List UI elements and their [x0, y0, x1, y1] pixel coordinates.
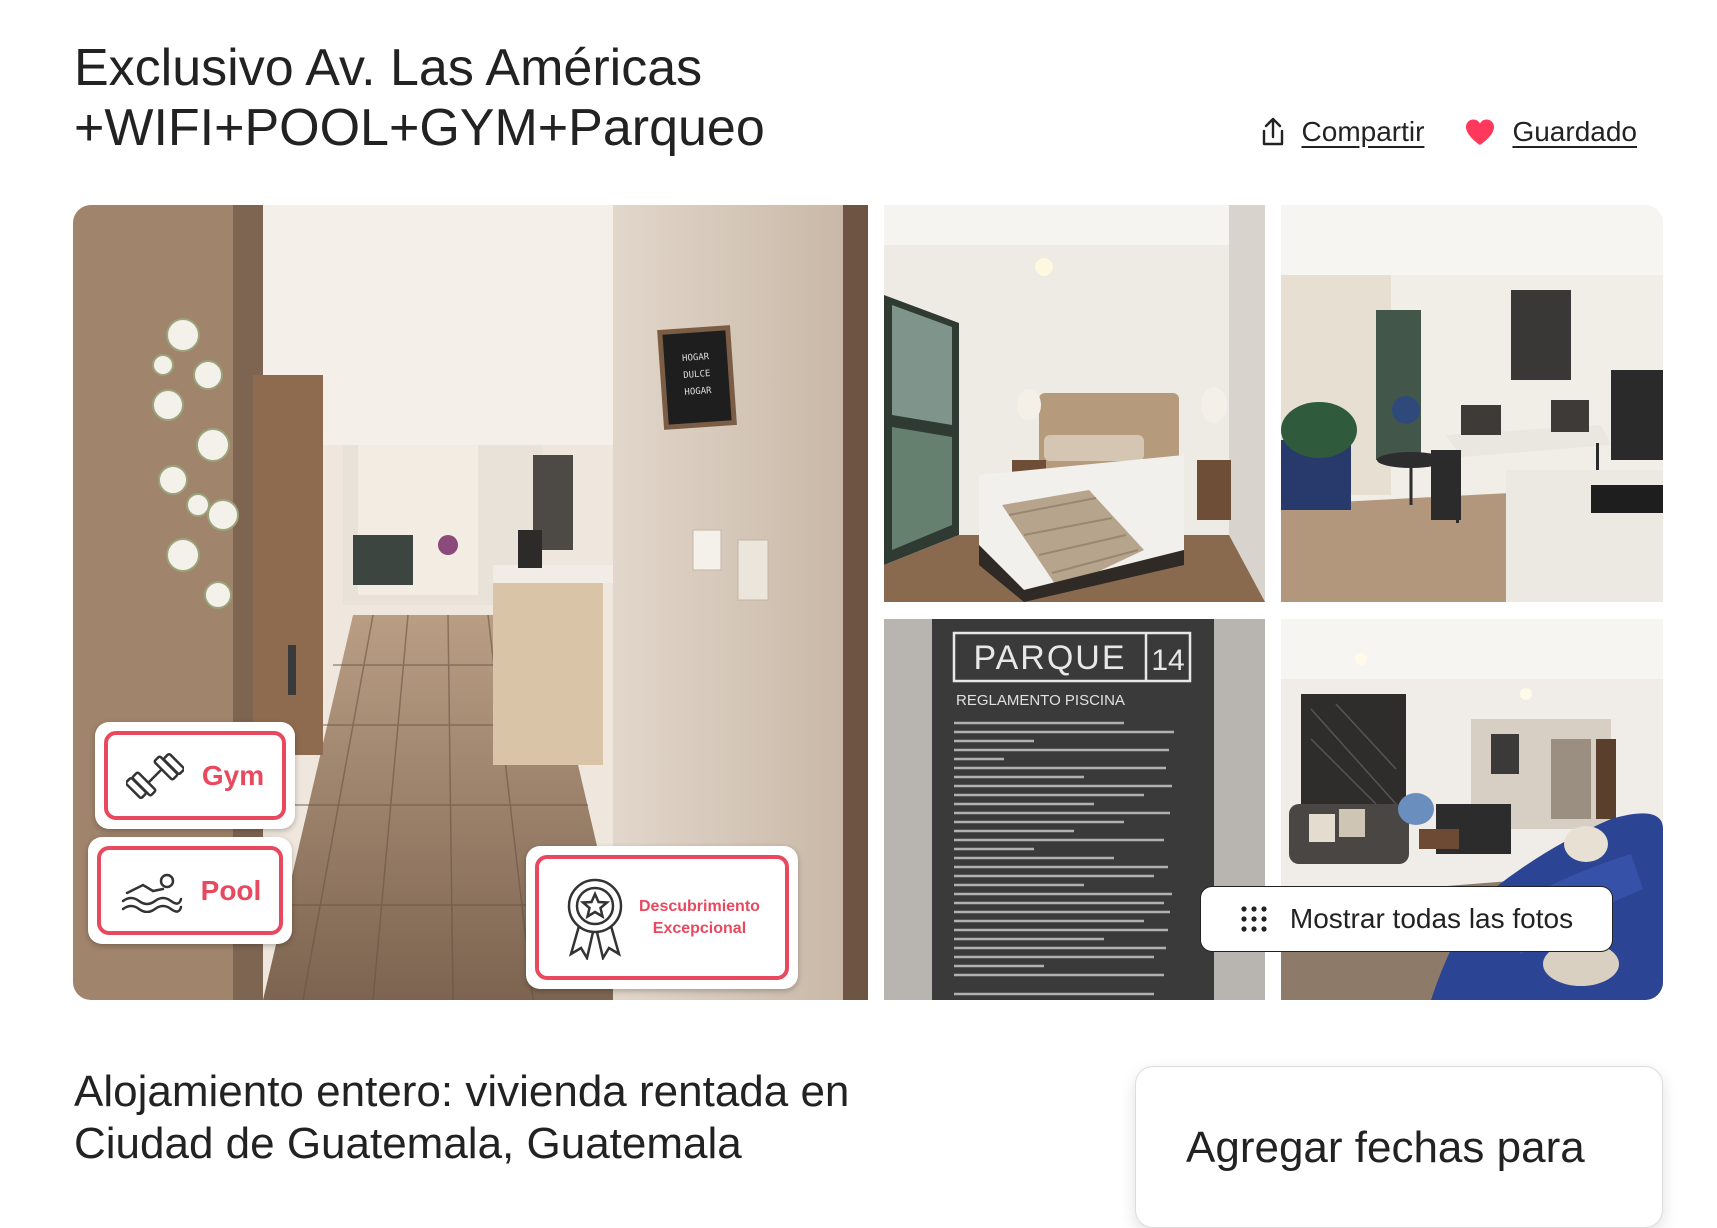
listing-title-line-1: Exclusivo Av. Las Américas: [74, 39, 703, 97]
save-label: Guardado: [1512, 116, 1637, 147]
booking-prompt: Agregar fechas para: [1186, 1123, 1585, 1172]
heart-icon: [1466, 119, 1495, 145]
discovery-badge-label: Descubrimiento Excepcional: [639, 896, 760, 940]
discovery-badge-line-2: Excepcional: [652, 919, 747, 937]
letterboard-line-1: HOGAR: [682, 352, 710, 364]
listing-subtitle-line-2: Ciudad de Guatemala, Guatemala: [74, 1119, 742, 1168]
discovery-badge: Descubrimiento Excepcional: [526, 846, 798, 989]
sign-number: 14: [1151, 644, 1184, 677]
sign-brand: PARQUE: [973, 639, 1126, 677]
show-all-photos-button[interactable]: Mostrar todas las fotos: [1200, 886, 1613, 952]
photo-bedroom[interactable]: [884, 205, 1265, 602]
listing-title-line-2: +WIFI+POOL+GYM+Parqueo: [74, 99, 765, 157]
listing-subtitle: Alojamiento entero: vivienda rentada en …: [74, 1066, 849, 1170]
swimmer-icon: [121, 873, 182, 913]
booking-card: Agregar fechas para: [1135, 1066, 1663, 1228]
photo-main-hallway[interactable]: HOGAR DULCE HOGAR Gym Pool Descubrimient…: [73, 205, 868, 1000]
pool-badge-label: Pool: [200, 874, 262, 906]
sign-heading: REGLAMENTO PISCINA: [956, 692, 1125, 709]
pool-badge: Pool: [88, 837, 292, 944]
letterboard-line-3: HOGAR: [684, 386, 712, 398]
listing-actions: Compartir Guardado: [1260, 116, 1637, 148]
award-ribbon-icon: [567, 878, 623, 960]
letterboard-line-2: DULCE: [683, 369, 711, 381]
photo-gallery: HOGAR DULCE HOGAR Gym Pool Descubrimient…: [73, 205, 1663, 1000]
listing-subtitle-line-1: Alojamiento entero: vivienda rentada en: [74, 1067, 850, 1116]
save-button[interactable]: Guardado: [1464, 116, 1637, 148]
share-button[interactable]: Compartir: [1260, 116, 1425, 148]
show-all-photos-label: Mostrar todas las fotos: [1289, 903, 1574, 934]
dumbbell-icon: [125, 752, 184, 799]
photo-dining-room[interactable]: [1281, 205, 1663, 602]
gym-badge: Gym: [95, 722, 295, 829]
share-label: Compartir: [1301, 116, 1425, 147]
grid-dots-icon: [1241, 906, 1267, 932]
listing-title: Exclusivo Av. Las Américas +WIFI+POOL+GY…: [74, 38, 765, 158]
discovery-badge-line-1: Descubrimiento: [639, 897, 760, 915]
share-icon: [1262, 117, 1283, 146]
gym-badge-label: Gym: [201, 759, 265, 791]
